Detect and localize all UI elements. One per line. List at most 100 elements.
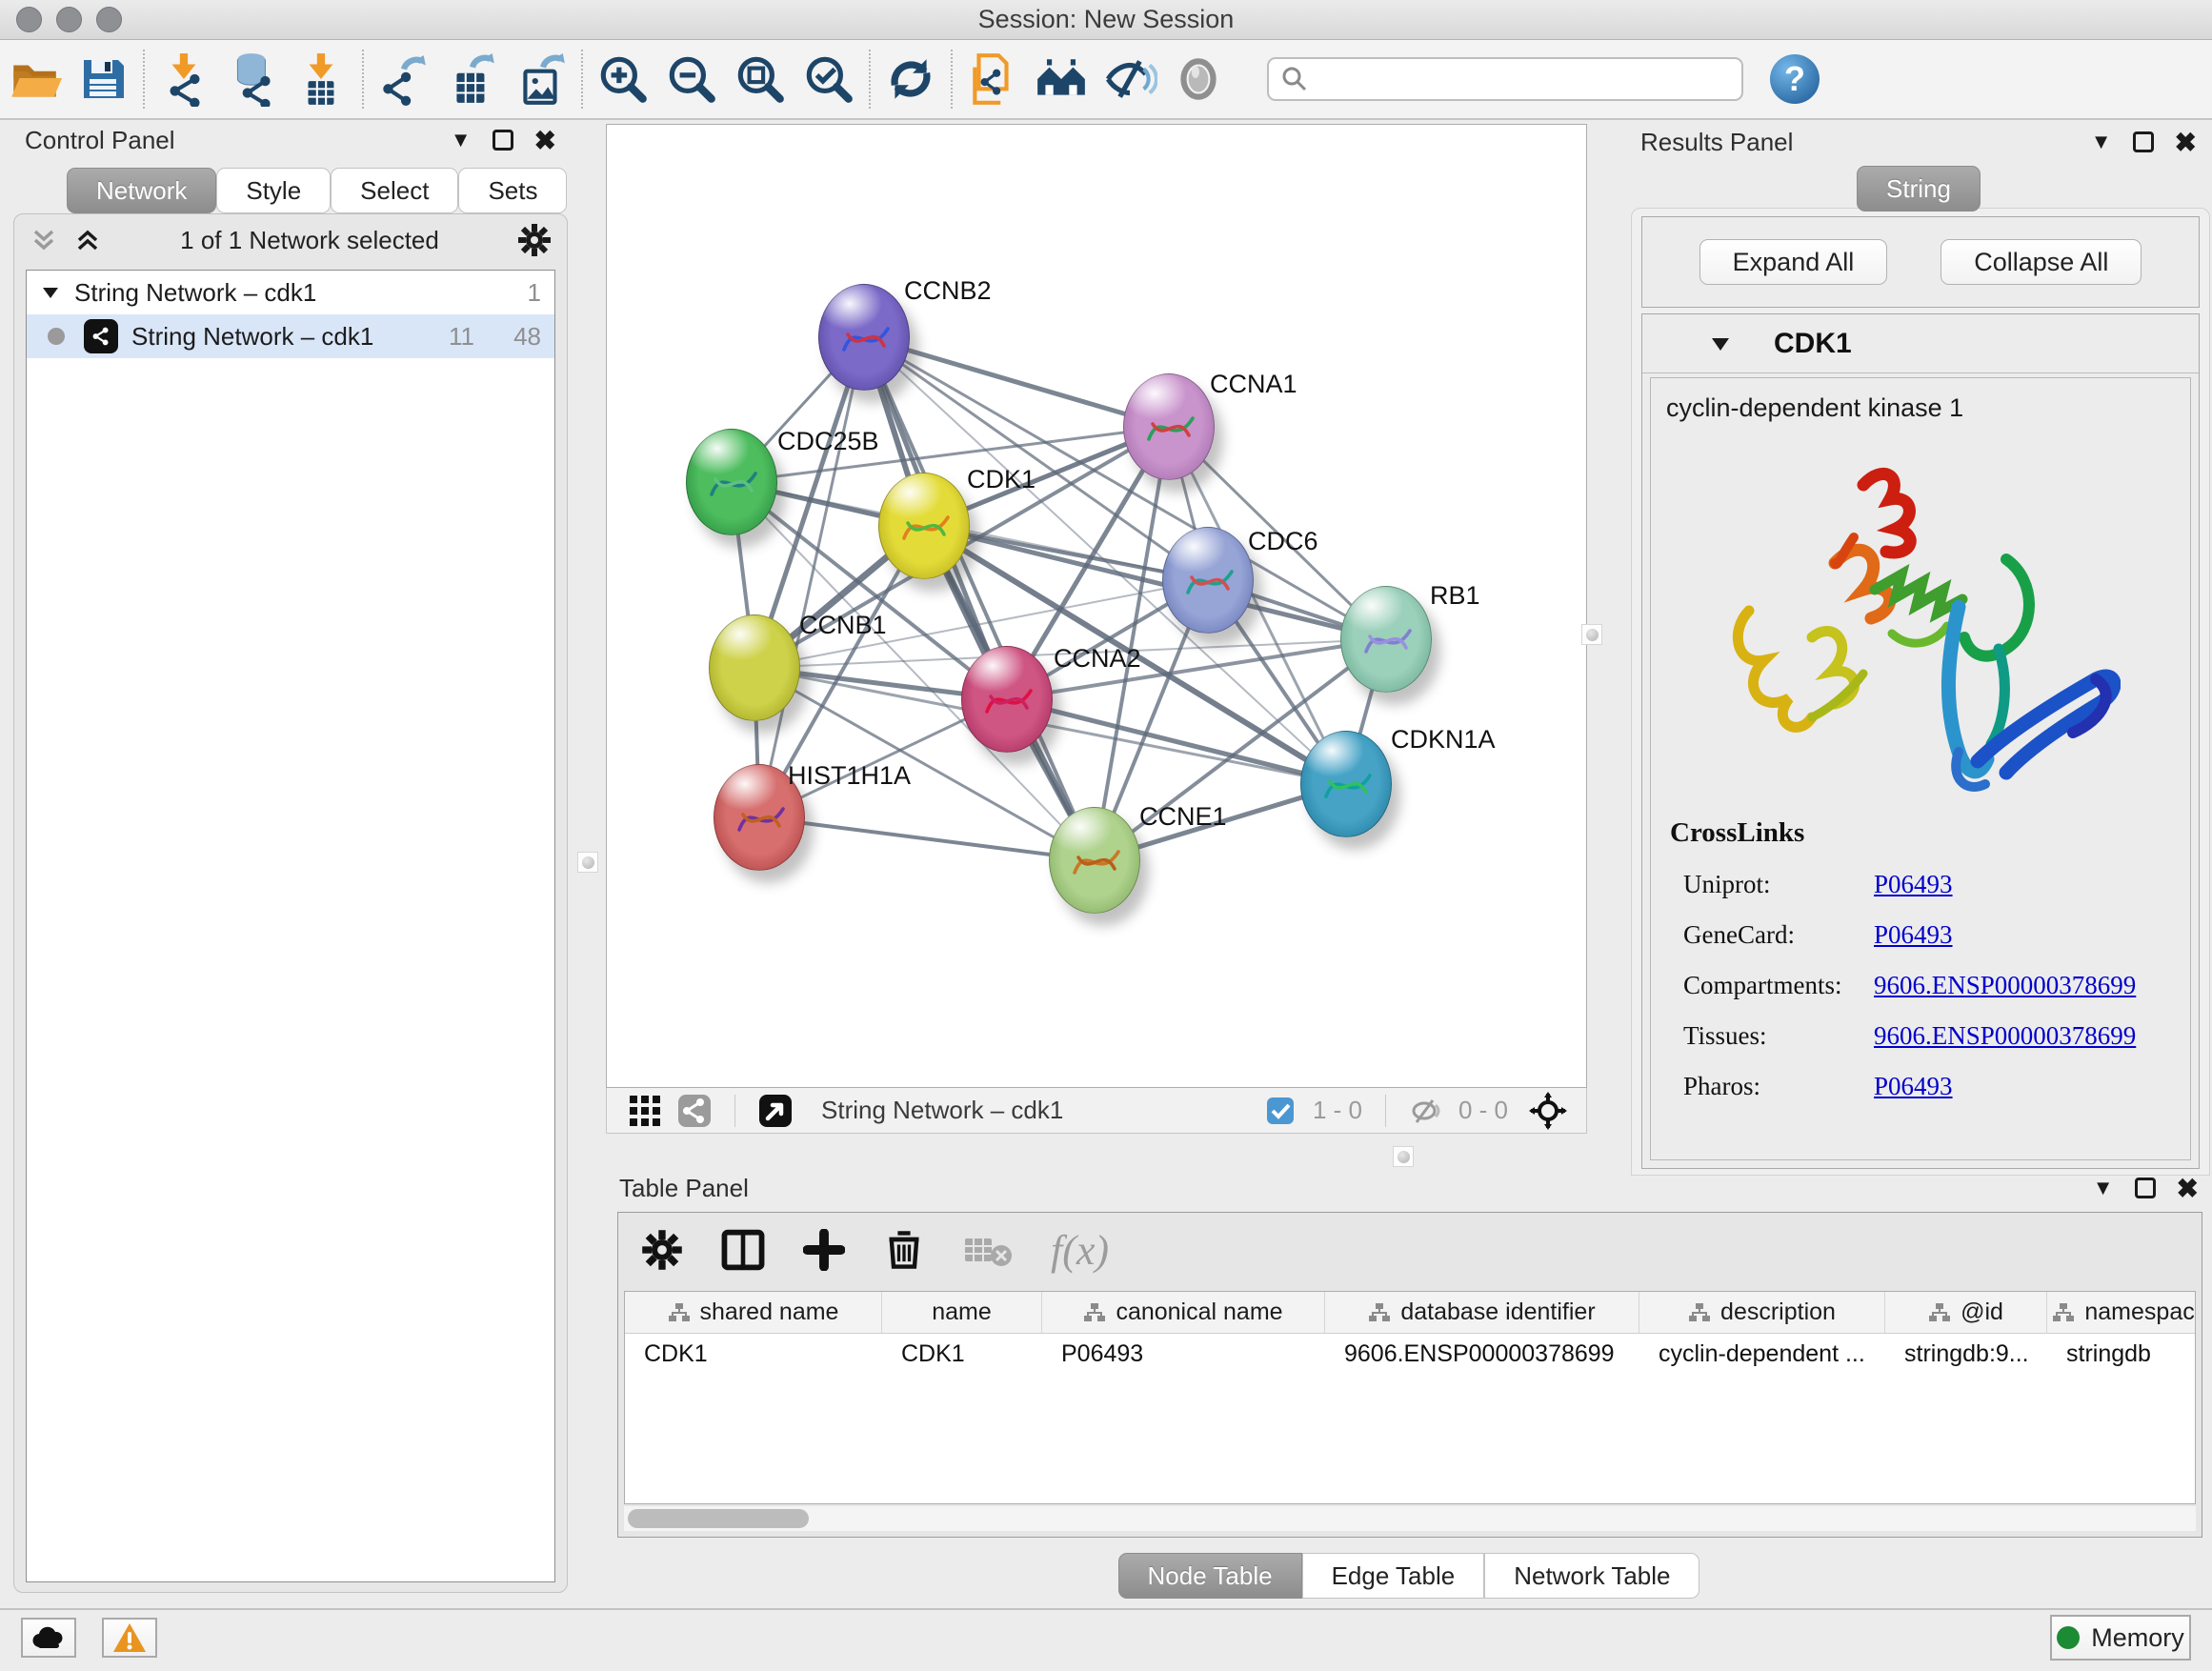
results-panel-menu-icon[interactable]: ▼ xyxy=(2091,130,2112,154)
tab-select[interactable]: Select xyxy=(331,168,458,213)
network-edge[interactable] xyxy=(759,817,1095,860)
collapse-all-button[interactable]: Collapse All xyxy=(1941,239,2142,285)
table-cell[interactable]: stringdb:9... xyxy=(1885,1334,2047,1374)
network-node-CCNB1[interactable] xyxy=(709,614,800,721)
export-table-button[interactable] xyxy=(438,47,507,111)
network-node-CCNA2[interactable] xyxy=(961,646,1053,753)
function-builder-icon[interactable]: f(x) xyxy=(1051,1226,1109,1275)
cloud-button[interactable] xyxy=(21,1618,76,1658)
tab-sets[interactable]: Sets xyxy=(458,168,567,213)
table-panel-menu-icon[interactable]: ▼ xyxy=(2093,1176,2114,1200)
table-panel-float-icon[interactable] xyxy=(2135,1178,2156,1198)
delete-table-icon[interactable] xyxy=(963,1231,1013,1269)
expand-all-icon[interactable] xyxy=(73,226,102,254)
network-canvas[interactable]: CCNB2CCNA1CDC25BCDK1CDC6RB1CCNB1CCNA2CDK… xyxy=(606,124,1587,1088)
export-image-button[interactable] xyxy=(507,47,575,111)
search-input[interactable] xyxy=(1267,57,1743,101)
node-table[interactable]: shared namenamecanonical namedatabase id… xyxy=(624,1291,2196,1504)
column-header[interactable]: namespace xyxy=(2047,1292,2196,1333)
show-graphics-details-button[interactable] xyxy=(1164,47,1233,111)
network-node-CDC6[interactable] xyxy=(1162,527,1254,634)
section-collapse-icon[interactable] xyxy=(1709,332,1732,355)
results-panel-close-icon[interactable]: ✖ xyxy=(2175,127,2197,158)
import-network-database-button[interactable] xyxy=(219,47,288,111)
show-all-networks-button[interactable] xyxy=(1027,47,1096,111)
crosslink-link[interactable]: 9606.ENSP00000378699 xyxy=(1874,1021,2136,1050)
left-splitter-handle[interactable] xyxy=(577,852,598,873)
crosslink-link[interactable]: 9606.ENSP00000378699 xyxy=(1874,971,2136,999)
network-edge[interactable] xyxy=(864,337,1169,427)
network-collection-row[interactable]: String Network – cdk1 1 xyxy=(27,271,554,314)
refresh-button[interactable] xyxy=(876,47,945,111)
crosslink-link[interactable]: P06493 xyxy=(1874,1072,1953,1100)
column-header[interactable]: database identifier xyxy=(1325,1292,1639,1333)
column-header[interactable]: shared name xyxy=(625,1292,882,1333)
table-cell[interactable]: CDK1 xyxy=(625,1334,882,1374)
crosslink-link[interactable]: P06493 xyxy=(1874,920,1953,949)
show-columns-icon[interactable] xyxy=(721,1228,765,1272)
table-cell[interactable]: P06493 xyxy=(1042,1334,1325,1374)
tab-network[interactable]: Network xyxy=(67,168,216,213)
column-header[interactable]: description xyxy=(1639,1292,1885,1333)
tree-expand-icon[interactable] xyxy=(40,282,61,303)
network-node-CCNE1[interactable] xyxy=(1049,807,1140,914)
tab-node-table[interactable]: Node Table xyxy=(1118,1553,1302,1599)
zoom-selected-button[interactable] xyxy=(794,47,863,111)
results-panel-float-icon[interactable] xyxy=(2133,131,2154,152)
export-network-button[interactable] xyxy=(370,47,438,111)
warning-button[interactable] xyxy=(102,1618,157,1658)
tab-network-table[interactable]: Network Table xyxy=(1484,1553,1699,1599)
table-hscrollbar-thumb[interactable] xyxy=(628,1509,809,1528)
table-cell[interactable]: stringdb xyxy=(2047,1334,2196,1374)
table-panel-close-icon[interactable]: ✖ xyxy=(2177,1173,2199,1204)
network-edge[interactable] xyxy=(759,337,864,817)
bottom-splitter-handle[interactable] xyxy=(1393,1146,1414,1167)
import-table-file-button[interactable] xyxy=(288,47,356,111)
table-hscrollbar[interactable] xyxy=(624,1506,2196,1531)
table-options-gear-icon[interactable] xyxy=(641,1229,683,1271)
open-session-button[interactable] xyxy=(0,47,69,111)
network-node-CCNA1[interactable] xyxy=(1123,373,1215,480)
network-node-CDK1[interactable] xyxy=(878,473,970,579)
network-node-CDC25B[interactable] xyxy=(686,429,777,535)
network-node-CCNB2[interactable] xyxy=(818,284,910,391)
column-header[interactable]: name xyxy=(882,1292,1042,1333)
help-button[interactable]: ? xyxy=(1770,54,1820,104)
table-row[interactable]: CDK1CDK1P064939606.ENSP00000378699cyclin… xyxy=(625,1334,2195,1374)
hidden-eye-icon[interactable] xyxy=(1401,1092,1451,1130)
tab-style[interactable]: Style xyxy=(216,168,331,213)
add-icon[interactable] xyxy=(803,1229,845,1271)
clone-network-button[interactable] xyxy=(958,47,1027,111)
table-cell[interactable]: cyclin-dependent ... xyxy=(1639,1334,1885,1374)
fit-content-crosshair-icon[interactable] xyxy=(1523,1092,1573,1130)
expand-all-button[interactable]: Expand All xyxy=(1699,239,1888,285)
control-panel-float-icon[interactable] xyxy=(493,130,513,151)
tab-edge-table[interactable]: Edge Table xyxy=(1302,1553,1485,1599)
grid-view-icon[interactable] xyxy=(620,1092,670,1130)
delete-icon[interactable] xyxy=(883,1229,925,1271)
network-view-icon[interactable] xyxy=(670,1092,719,1130)
save-session-button[interactable] xyxy=(69,47,137,111)
collapse-all-icon[interactable] xyxy=(30,226,58,254)
selected-checkbox-icon[interactable] xyxy=(1256,1092,1305,1130)
control-panel-close-icon[interactable]: ✖ xyxy=(534,125,556,156)
birds-eye-view-icon[interactable] xyxy=(751,1092,800,1130)
network-options-gear-icon[interactable] xyxy=(517,223,552,257)
network-node-CDKN1A[interactable] xyxy=(1300,731,1392,837)
network-node-RB1[interactable] xyxy=(1340,586,1432,693)
zoom-in-button[interactable] xyxy=(589,47,657,111)
network-row[interactable]: String Network – cdk1 11 48 xyxy=(27,314,554,358)
column-header[interactable]: @id xyxy=(1885,1292,2047,1333)
import-network-file-button[interactable] xyxy=(151,47,219,111)
tab-string[interactable]: String xyxy=(1857,166,1981,211)
table-cell[interactable]: 9606.ENSP00000378699 xyxy=(1325,1334,1639,1374)
right-splitter-handle[interactable] xyxy=(1581,624,1602,645)
hide-selected-button[interactable] xyxy=(1096,47,1164,111)
zoom-fit-button[interactable] xyxy=(726,47,794,111)
memory-button[interactable]: Memory xyxy=(2050,1615,2191,1661)
crosslink-link[interactable]: P06493 xyxy=(1874,870,1953,898)
zoom-out-button[interactable] xyxy=(657,47,726,111)
table-cell[interactable]: CDK1 xyxy=(882,1334,1042,1374)
column-header[interactable]: canonical name xyxy=(1042,1292,1325,1333)
control-panel-menu-icon[interactable]: ▼ xyxy=(451,128,472,152)
